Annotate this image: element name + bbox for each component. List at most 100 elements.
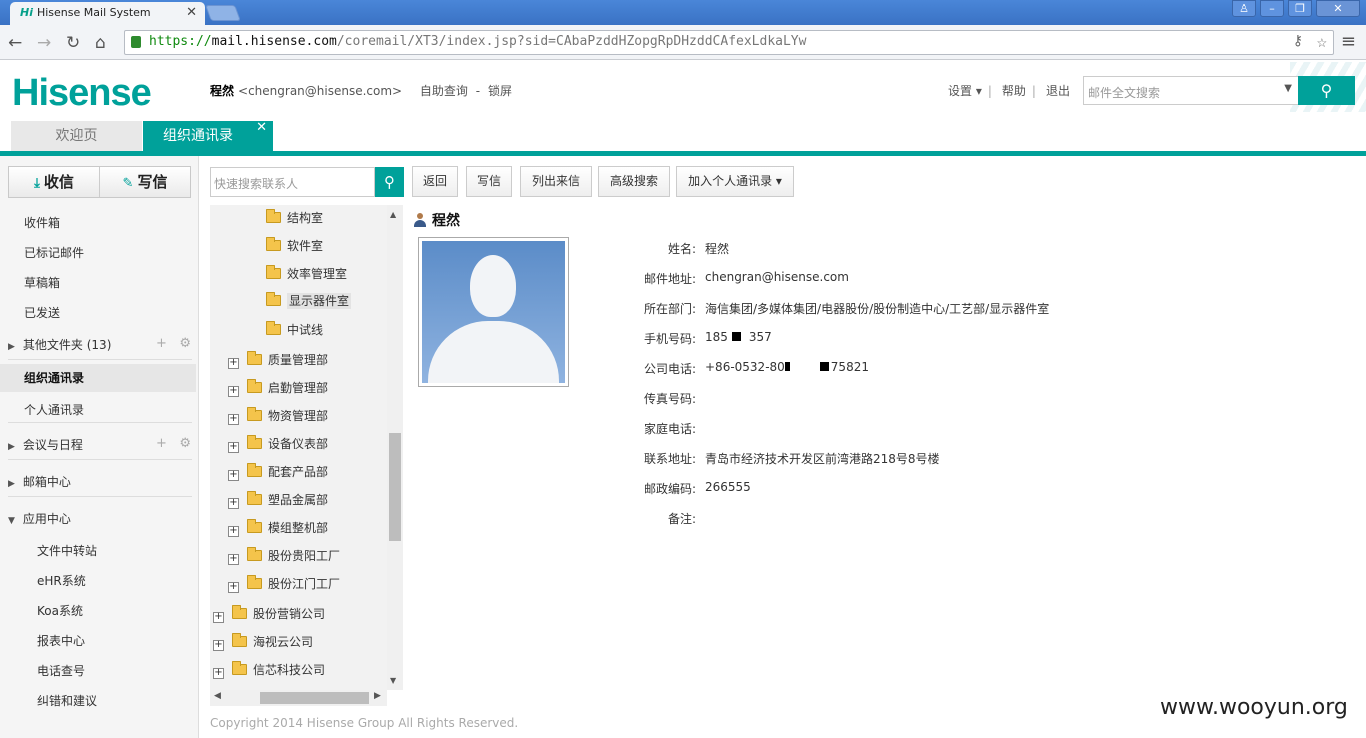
sidebar-group-app-center[interactable]: ▼ 应用中心 <box>8 510 71 527</box>
close-window-icon[interactable]: ✕ <box>1316 0 1360 17</box>
gear-icon[interactable]: ⚙ <box>179 436 191 451</box>
folder-icon <box>266 292 281 306</box>
sidebar-item-org-directory[interactable]: 组织通讯录 <box>0 364 196 392</box>
scroll-thumb[interactable] <box>389 433 401 541</box>
lock-screen-link[interactable]: 锁屏 <box>488 84 512 98</box>
mail-search-button[interactable]: ⚲ <box>1298 76 1355 105</box>
tree-item[interactable]: 效率管理室 <box>266 265 347 282</box>
expand-icon[interactable]: + <box>228 442 239 453</box>
logout-link[interactable]: 退出 <box>1046 84 1070 98</box>
scroll-down-icon[interactable]: ▼ <box>390 676 396 685</box>
gear-icon[interactable]: ⚙ <box>179 336 191 351</box>
app-item[interactable]: Koa系统 <box>37 602 83 619</box>
expand-icon[interactable]: + <box>213 612 224 623</box>
tree-vertical-scrollbar[interactable]: ▲ ▼ <box>387 205 403 690</box>
sidebar-item-sent[interactable]: 已发送 <box>24 304 60 321</box>
tree-item[interactable]: 结构室 <box>266 209 323 226</box>
sidebar-item-personal-directory[interactable]: 个人通讯录 <box>24 401 84 418</box>
scroll-right-icon[interactable]: ▶ <box>374 691 381 701</box>
sidebar-item-flagged[interactable]: 已标记邮件 <box>24 244 84 261</box>
settings-menu[interactable]: 设置 ▾ <box>948 84 982 98</box>
tab-welcome[interactable]: 欢迎页 <box>11 121 142 151</box>
field-value-department: 海信集团/多媒体集团/电器股份/股份制造中心/工艺部/显示器件室 <box>705 302 1050 316</box>
expand-icon[interactable]: + <box>228 498 239 509</box>
self-service-link[interactable]: 自助查询 <box>420 84 468 98</box>
tree-item[interactable]: + 股份江门工厂 <box>228 575 340 593</box>
tree-item[interactable]: + 设备仪表部 <box>228 435 328 453</box>
write-mail-button[interactable]: 写信 <box>466 166 512 197</box>
expand-icon[interactable]: + <box>213 640 224 651</box>
app-item[interactable]: 纠错和建议 <box>37 692 97 709</box>
sidebar-group-meetings[interactable]: ▶ 会议与日程 + ⚙ <box>8 436 191 453</box>
contact-search-input[interactable]: 快速搜索联系人 <box>210 167 375 197</box>
tree-item[interactable]: + 物资管理部 <box>228 407 328 425</box>
minimize-icon[interactable]: – <box>1260 0 1284 17</box>
tree-item[interactable]: + 启勤管理部 <box>228 379 328 397</box>
tree-horizontal-scrollbar[interactable]: ◀ ▶ <box>210 690 387 706</box>
user-icon[interactable]: ♙ <box>1232 0 1256 17</box>
tree-item[interactable]: 软件室 <box>266 237 323 254</box>
tree-item-selected[interactable]: 显示器件室 <box>266 292 352 309</box>
expand-icon[interactable]: + <box>228 582 239 593</box>
expand-icon[interactable]: + <box>228 358 239 369</box>
tree-item[interactable]: + 塑品金属部 <box>228 491 328 509</box>
tree-item[interactable]: + 海视云公司 <box>213 633 313 651</box>
forward-arrow-icon[interactable]: → <box>37 33 51 53</box>
scroll-thumb[interactable] <box>260 692 369 704</box>
tree-item[interactable]: + 配套产品部 <box>228 463 328 481</box>
add-icon[interactable]: + <box>156 436 167 451</box>
back-arrow-icon[interactable]: ← <box>8 33 22 53</box>
expand-icon[interactable]: + <box>228 554 239 565</box>
field-value-email[interactable]: chengran@hisense.com <box>705 270 849 284</box>
scroll-up-icon[interactable]: ▲ <box>390 210 396 219</box>
url-input[interactable]: https://mail.hisense.com/coremail/XT3/in… <box>124 30 1334 55</box>
browser-tab[interactable]: Hi Hisense Mail System ✕ <box>10 2 205 25</box>
tree-item[interactable]: + 股份贵阳工厂 <box>228 547 340 565</box>
expand-icon[interactable]: + <box>228 526 239 537</box>
separator: | <box>987 84 992 98</box>
receive-button[interactable]: ⤓ 收信 <box>9 167 100 197</box>
scroll-left-icon[interactable]: ◀ <box>214 691 221 701</box>
mail-search-input[interactable]: 邮件全文搜索 ▼ <box>1083 76 1299 105</box>
expand-icon[interactable]: + <box>228 414 239 425</box>
tree-item[interactable]: + 模组整机部 <box>228 519 328 537</box>
tree-item[interactable]: + 信芯科技公司 <box>213 661 325 679</box>
reload-icon[interactable]: ↻ <box>66 33 80 53</box>
key-icon[interactable]: ⚷ <box>1293 33 1303 49</box>
chevron-down-icon[interactable]: ▼ <box>1284 83 1292 94</box>
advanced-search-button[interactable]: 高级搜索 <box>598 166 670 197</box>
add-personal-contacts-button[interactable]: 加入个人通讯录 ▾ <box>676 166 794 197</box>
sidebar-group-other-folders[interactable]: ▶ 其他文件夹 (13) + ⚙ <box>8 336 191 353</box>
expand-icon[interactable]: ▶ <box>8 442 15 452</box>
restore-icon[interactable]: ❐ <box>1288 0 1312 17</box>
expand-icon[interactable]: ▶ <box>8 342 15 352</box>
sidebar-item-inbox[interactable]: 收件箱 <box>24 214 60 231</box>
add-icon[interactable]: + <box>156 336 167 351</box>
expand-icon[interactable]: + <box>228 386 239 397</box>
app-item[interactable]: 文件中转站 <box>37 542 97 559</box>
browser-menu-icon[interactable]: ≡ <box>1341 31 1356 52</box>
expand-icon[interactable]: ▶ <box>8 479 15 489</box>
sidebar-item-drafts[interactable]: 草稿箱 <box>24 274 60 291</box>
expand-icon[interactable]: + <box>228 470 239 481</box>
new-tab-button[interactable] <box>205 5 241 21</box>
contact-search-button[interactable]: ⚲ <box>375 167 404 197</box>
close-tab-icon[interactable]: ✕ <box>256 113 267 143</box>
tab-directory[interactable]: 组织通讯录 ✕ <box>143 120 273 151</box>
tree-item[interactable]: + 质量管理部 <box>228 351 328 369</box>
back-button[interactable]: 返回 <box>412 166 458 197</box>
tab-close-icon[interactable]: ✕ <box>186 5 197 20</box>
app-item[interactable]: eHR系统 <box>37 572 86 589</box>
home-icon[interactable]: ⌂ <box>95 33 106 53</box>
list-mail-button[interactable]: 列出来信 <box>520 166 592 197</box>
collapse-icon[interactable]: ▼ <box>8 516 15 526</box>
sidebar-group-mailbox-center[interactable]: ▶ 邮箱中心 <box>8 473 71 490</box>
tree-item[interactable]: 中试线 <box>266 321 323 338</box>
app-item[interactable]: 报表中心 <box>37 632 85 649</box>
tree-item[interactable]: + 股份营销公司 <box>213 605 325 623</box>
app-item[interactable]: 电话查号 <box>37 662 85 679</box>
expand-icon[interactable]: + <box>213 668 224 679</box>
bookmark-star-icon[interactable]: ☆ <box>1317 32 1327 52</box>
write-button[interactable]: ✎ 写信 <box>100 167 190 197</box>
help-link[interactable]: 帮助 <box>1002 84 1026 98</box>
